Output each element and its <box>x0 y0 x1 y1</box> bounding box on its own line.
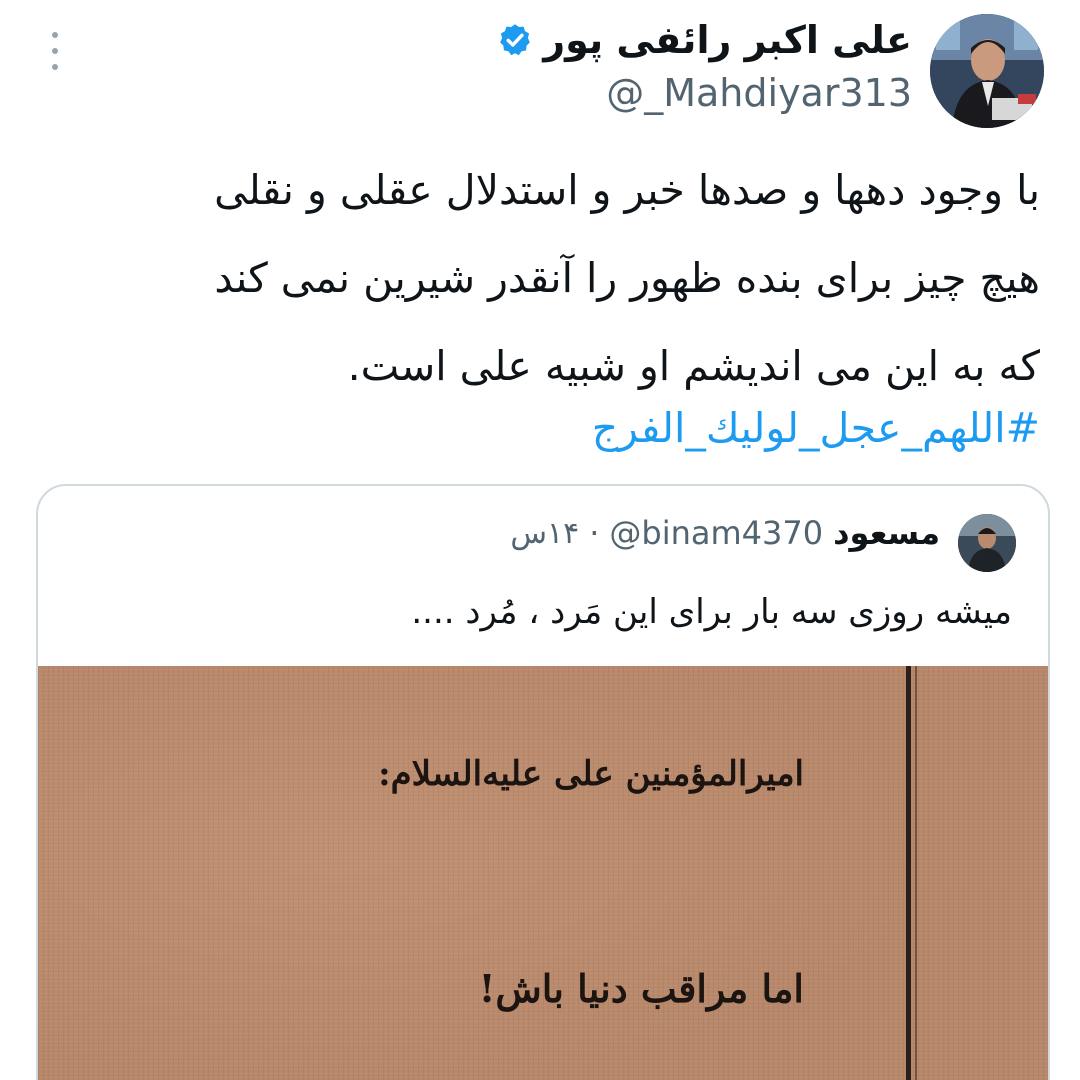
media-quote-attribution: امیرالمؤمنین علی علیه‌السلام: <box>378 754 804 794</box>
media-vertical-line <box>915 666 917 1080</box>
media-vertical-line <box>906 666 911 1080</box>
tweet-page: علی اکبر رائفی پور @_Mahdiyar313 با وجود… <box>0 0 1080 1080</box>
tweet-text-line: هیچ چیز برای بنده ظهور را آنقدر شیرین نم… <box>214 254 1040 302</box>
author-name[interactable]: علی اکبر رائفی پور <box>543 12 912 68</box>
quoted-tweet-text: میشه روزی سه بار برای این مَرد ، مُرد ..… <box>411 592 1012 632</box>
quoted-author-handle[interactable]: @binam4370 <box>609 514 823 552</box>
quoted-tweet-media[interactable]: امیرالمؤمنین علی علیه‌السلام: اما مراقب … <box>38 666 1048 1080</box>
verified-badge-icon <box>500 24 531 56</box>
author-block: علی اکبر رائفی پور @_Mahdiyar313 <box>497 12 912 118</box>
quoted-author-avatar-image <box>958 514 1016 572</box>
quoted-author-avatar[interactable] <box>958 514 1016 572</box>
tweet-text: با وجود دهها و صدها خبر و استدلال عقلی و… <box>60 146 1040 410</box>
quoted-tweet-card[interactable]: مسعود @binam4370 · ۱۴س میشه روزی سه بار … <box>36 484 1050 1080</box>
author-avatar[interactable] <box>930 14 1044 128</box>
quoted-tweet-header: مسعود @binam4370 · ۱۴س <box>510 514 940 552</box>
hashtag-link[interactable]: #اللهم_عجل_لوليك_الفرج <box>592 396 1040 460</box>
quoted-author-name[interactable]: مسعود <box>833 514 940 552</box>
author-avatar-image <box>930 14 1044 128</box>
more-options-icon[interactable] <box>44 32 66 70</box>
author-name-row: علی اکبر رائفی پور <box>497 12 912 68</box>
quoted-tweet-time[interactable]: ۱۴س <box>510 516 579 551</box>
author-handle[interactable]: @_Mahdiyar313 <box>497 68 912 118</box>
media-quote-text: اما مراقب دنیا باش! <box>478 966 804 1011</box>
header-separator: · <box>589 514 600 552</box>
tweet-text-line: با وجود دهها و صدها خبر و استدلال عقلی و… <box>214 166 1040 214</box>
